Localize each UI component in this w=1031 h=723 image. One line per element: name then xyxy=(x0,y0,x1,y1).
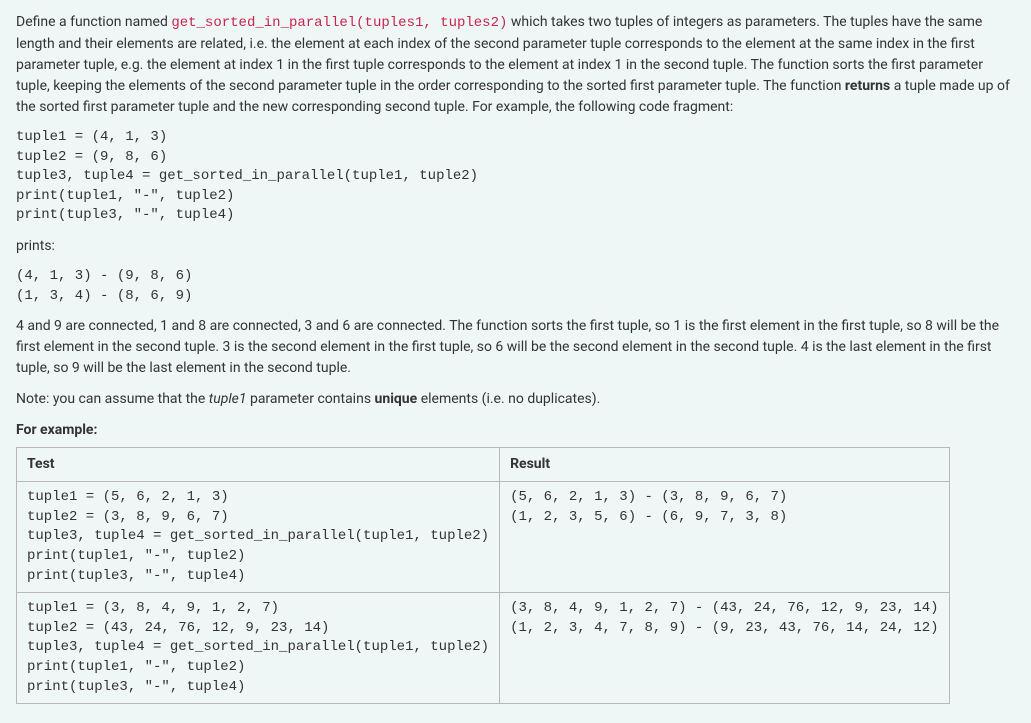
note-suffix: elements (i.e. no duplicates). xyxy=(417,391,600,407)
note-italic: tuple1 xyxy=(209,391,247,407)
code-fragment: tuple1 = (4, 1, 3) tuple2 = (9, 8, 6) tu… xyxy=(16,128,1015,226)
note-prefix: Note: you can assume that the xyxy=(16,391,209,407)
result-output: (3, 8, 4, 9, 1, 2, 7) - (43, 24, 76, 12,… xyxy=(510,599,938,638)
note-paragraph: Note: you can assume that the tuple1 par… xyxy=(16,389,1015,410)
note-mid: parameter contains xyxy=(246,391,374,407)
function-signature: get_sorted_in_parallel(tuples1, tuples2) xyxy=(171,15,507,31)
table-header-test: Test xyxy=(17,448,500,482)
prints-output: (4, 1, 3) - (9, 8, 6) (1, 3, 4) - (8, 6,… xyxy=(16,267,1015,306)
prints-label: prints: xyxy=(16,236,1015,257)
note-bold: unique xyxy=(375,391,418,407)
example-table: Test Result tuple1 = (5, 6, 2, 1, 3) tup… xyxy=(16,447,950,704)
explanation-paragraph: 4 and 9 are connected, 1 and 8 are conne… xyxy=(16,316,1015,379)
test-code: tuple1 = (5, 6, 2, 1, 3) tuple2 = (3, 8,… xyxy=(27,488,489,586)
table-header-result: Result xyxy=(500,448,949,482)
for-example-label: For example: xyxy=(16,420,1015,441)
table-row: tuple1 = (3, 8, 4, 9, 1, 2, 7) tuple2 = … xyxy=(17,593,950,704)
table-row: tuple1 = (5, 6, 2, 1, 3) tuple2 = (3, 8,… xyxy=(17,482,950,593)
result-output: (5, 6, 2, 1, 3) - (3, 8, 9, 6, 7) (1, 2,… xyxy=(510,488,938,527)
returns-word: returns xyxy=(845,78,890,94)
intro-prefix: Define a function named xyxy=(16,14,171,30)
test-code: tuple1 = (3, 8, 4, 9, 1, 2, 7) tuple2 = … xyxy=(27,599,489,697)
problem-description: Define a function named get_sorted_in_pa… xyxy=(16,12,1015,118)
